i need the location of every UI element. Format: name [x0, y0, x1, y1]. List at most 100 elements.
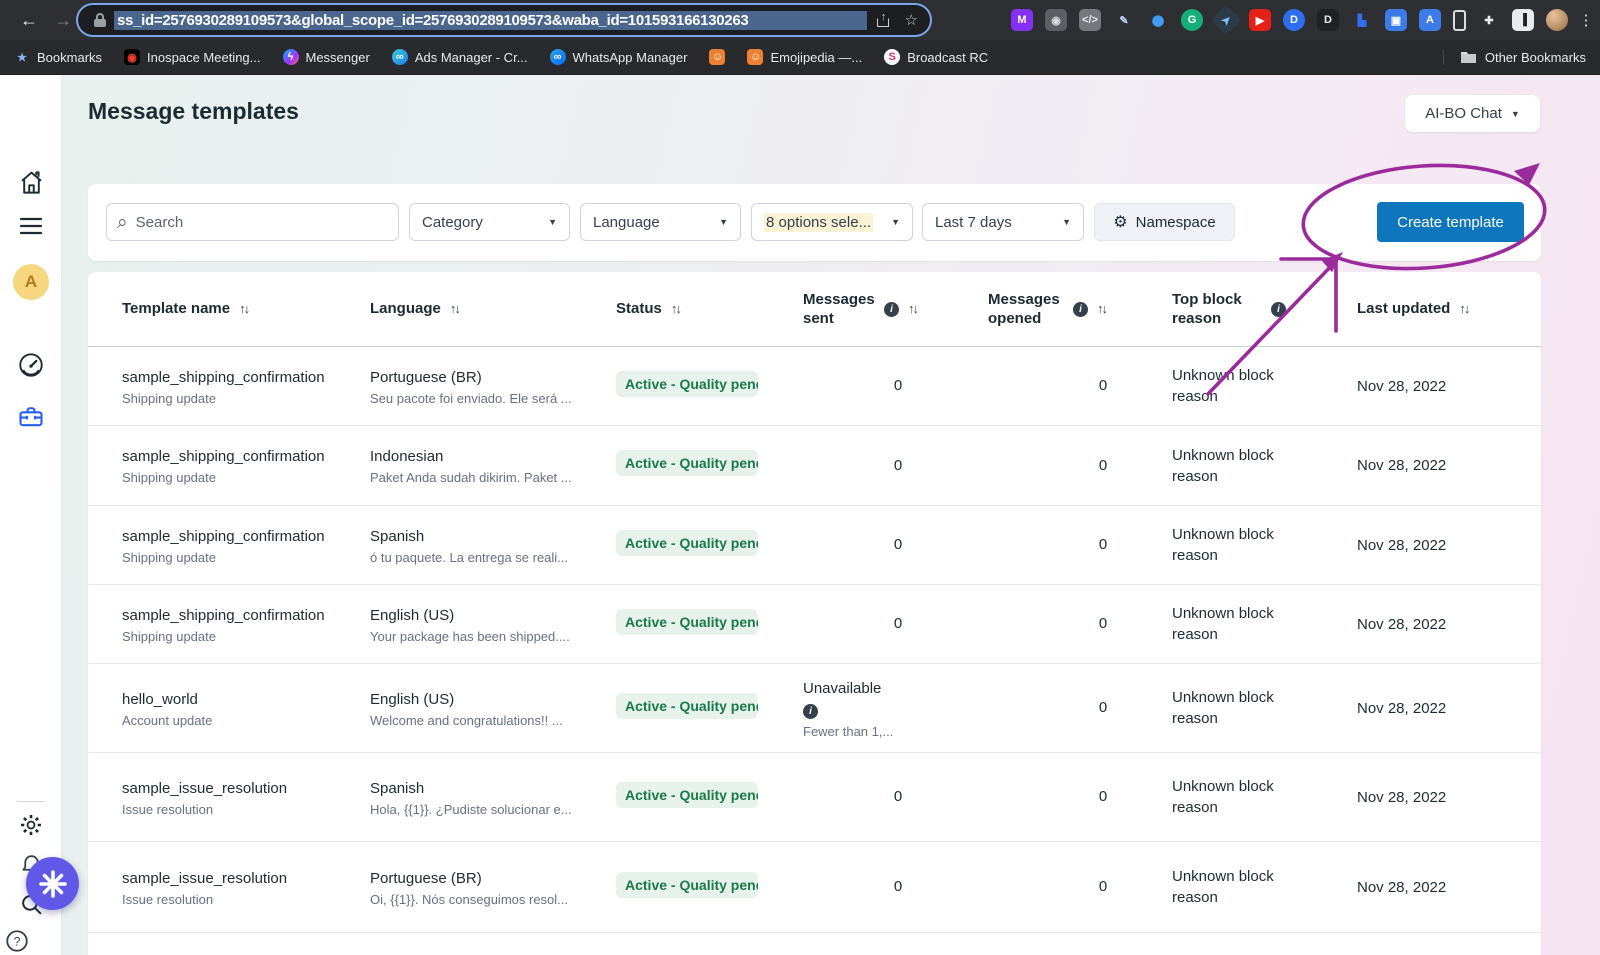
messages-opened-value: 0	[1058, 377, 1148, 394]
column-header-status[interactable]: Status↑↓	[616, 299, 803, 319]
back-button[interactable]: ←	[12, 10, 46, 31]
forward-button[interactable]: →	[46, 10, 80, 31]
bookmarks-star[interactable]: ★Bookmarks	[14, 49, 102, 65]
column-header-name[interactable]: Template name↑↓	[122, 299, 370, 319]
messages-sent-value: 0	[853, 536, 943, 553]
status-cell: Active - Quality pendi	[616, 782, 803, 813]
top-block-reason-cell: Unknown block reason	[1172, 445, 1357, 487]
create-template-button[interactable]: Create template	[1377, 202, 1524, 242]
menu-hamburger-icon[interactable]	[0, 215, 62, 237]
table-row[interactable]: sample_shipping_confirmationShipping upd…	[88, 506, 1541, 585]
bookmark-inospace[interactable]: ◉Inospace Meeting...	[124, 49, 260, 65]
account-avatar[interactable]: A	[0, 264, 62, 300]
ext-code-icon[interactable]: </>	[1079, 9, 1101, 31]
ext-water-drop-icon[interactable]: ⬤	[1147, 9, 1169, 31]
language-name: Portuguese (BR)	[370, 868, 616, 889]
last-updated-value: Nov 28, 2022	[1357, 614, 1541, 635]
ext-puzzle-icon[interactable]: ✚	[1478, 9, 1500, 31]
last-updated-value: Nov 28, 2022	[1357, 877, 1541, 898]
table-row[interactable]: sample_issue_resolutionIssue resolutionS…	[88, 753, 1541, 842]
sort-icon[interactable]: ↑↓	[671, 301, 680, 318]
namespace-button[interactable]: ⚙ Namespace	[1094, 203, 1235, 241]
table-row[interactable]: hello_worldAccount updateEnglish (US)Wel…	[88, 664, 1541, 753]
info-icon[interactable]: i	[803, 704, 818, 719]
bookmark-ads-manager-label: Ads Manager - Cr...	[415, 50, 528, 65]
language-cell: Spanishó tu paquete. La entrega se reali…	[370, 526, 616, 565]
ext-camera-icon[interactable]: ◉	[1045, 9, 1067, 31]
sort-icon[interactable]: ↑↓	[239, 301, 248, 318]
bookmark-messenger[interactable]: ϟMessenger	[283, 49, 370, 65]
bookmark-star-icon[interactable]: ☆	[905, 11, 918, 29]
table-row[interactable]: sample_shipping_confirmationShipping upd…	[88, 585, 1541, 664]
sort-icon[interactable]: ↑↓	[1459, 301, 1468, 318]
bookmark-emojipedia-label: Emojipedia —...	[770, 50, 862, 65]
sort-icon[interactable]: ↑↓	[1097, 301, 1106, 318]
bookmark-whatsapp-manager[interactable]: ∞WhatsApp Manager	[550, 49, 688, 65]
column-header-opened[interactable]: Messages openedi↑↓	[988, 290, 1172, 329]
bookmark-emojipedia[interactable]: ☺Emojipedia —...	[747, 49, 862, 65]
other-bookmarks-label: Other Bookmarks	[1485, 50, 1586, 65]
messages-opened-value: 0	[1058, 878, 1148, 895]
column-header-updated[interactable]: Last updated↑↓	[1357, 299, 1541, 319]
address-bar[interactable]: ss_id=2576930289109573&global_scope_id=2…	[78, 5, 930, 35]
ext-card-icon[interactable]: ▣	[1385, 9, 1407, 31]
message-preview: Your package has been shipped....	[370, 629, 595, 644]
ext-rocket-icon[interactable]: ➤	[1210, 4, 1241, 35]
bookmark-emoji-book[interactable]: ☺	[709, 49, 725, 65]
ext-deepl-icon[interactable]: D	[1283, 9, 1305, 31]
ext-phone-icon[interactable]	[1453, 10, 1466, 31]
info-icon[interactable]: i	[1271, 302, 1286, 317]
url-selected-text[interactable]: ss_id=2576930289109573&global_scope_id=2…	[114, 11, 867, 30]
dashboard-gauge-icon[interactable]	[0, 351, 62, 379]
home-icon[interactable]	[0, 169, 62, 196]
date-range-dropdown[interactable]: Last 7 days▼	[922, 203, 1084, 241]
ext-d-icon[interactable]: D	[1317, 9, 1339, 31]
table-row[interactable]: sample_shipping_confirmationShipping upd…	[88, 426, 1541, 506]
sort-icon[interactable]: ↑↓	[908, 301, 917, 318]
column-header-block[interactable]: Top block reasoni	[1172, 290, 1357, 329]
bookmark-ads-manager[interactable]: ∞Ads Manager - Cr...	[392, 49, 528, 65]
language-dropdown[interactable]: Language▼	[580, 203, 741, 241]
date-range-label: Last 7 days	[935, 214, 1012, 231]
main-content: Message templates AI-BO Chat ▼ ⌕ Categor…	[62, 75, 1600, 955]
ext-meta-business-icon[interactable]: M	[1011, 9, 1033, 31]
status-badge: Active - Quality pendi	[616, 782, 758, 808]
toolbox-icon[interactable]	[0, 403, 62, 431]
table-row[interactable]: sample_issue_resolutionIssue resolutionP…	[88, 842, 1541, 933]
top-block-reason-value: Unknown block reason	[1172, 365, 1292, 407]
top-block-reason-cell: Unknown block reason	[1172, 776, 1357, 818]
ext-menu-icon[interactable]: ⋮	[1580, 9, 1592, 31]
other-bookmarks[interactable]: Other Bookmarks	[1443, 50, 1586, 65]
template-category: Account update	[122, 713, 347, 728]
ext-blue-shape-icon[interactable]: ▙	[1351, 9, 1373, 31]
ext-color-picker-icon[interactable]: ✎	[1113, 9, 1135, 31]
ext-grammarly-icon[interactable]: G	[1181, 9, 1203, 31]
share-icon[interactable]: ↑	[877, 11, 891, 27]
lock-icon	[94, 13, 106, 27]
message-preview: ó tu paquete. La entrega se reali...	[370, 550, 595, 565]
column-label-language: Language	[370, 299, 441, 319]
info-icon[interactable]: i	[1073, 302, 1088, 317]
search-input[interactable]	[136, 214, 388, 231]
language-name: Portuguese (BR)	[370, 367, 616, 388]
ext-side-panel-icon[interactable]: ▐	[1512, 9, 1534, 31]
assistant-fab[interactable]	[26, 857, 79, 910]
ext-youtube-icon[interactable]: ▶	[1249, 9, 1271, 31]
messages-opened-value: 0	[1058, 788, 1148, 805]
category-dropdown[interactable]: Category▼	[409, 203, 570, 241]
extensions-row: M ◉ </> ✎ ⬤ G ➤ ▶ DD ▙ ▣ A ✚ ▐ ⋮	[1011, 0, 1592, 40]
ext-translate-icon[interactable]: A	[1419, 9, 1441, 31]
account-selector[interactable]: AI-BO Chat ▼	[1405, 95, 1540, 132]
sort-icon[interactable]: ↑↓	[450, 301, 459, 318]
bookmark-broadcast-rc[interactable]: SBroadcast RC	[884, 49, 988, 65]
template-name-cell: sample_shipping_confirmationShipping upd…	[122, 605, 370, 644]
table-row[interactable]: sample_shipping_confirmationShipping upd…	[88, 347, 1541, 426]
drag-dots-icon[interactable]	[0, 943, 16, 955]
column-header-sent[interactable]: Messages senti↑↓	[803, 290, 988, 329]
ext-profile-avatar[interactable]	[1546, 9, 1568, 31]
settings-gear-icon[interactable]	[0, 812, 62, 838]
column-header-language[interactable]: Language ↑↓	[370, 299, 616, 319]
search-field[interactable]: ⌕	[106, 203, 399, 241]
status-options-dropdown[interactable]: 8 options sele...▼	[751, 203, 913, 241]
info-icon[interactable]: i	[884, 302, 899, 317]
